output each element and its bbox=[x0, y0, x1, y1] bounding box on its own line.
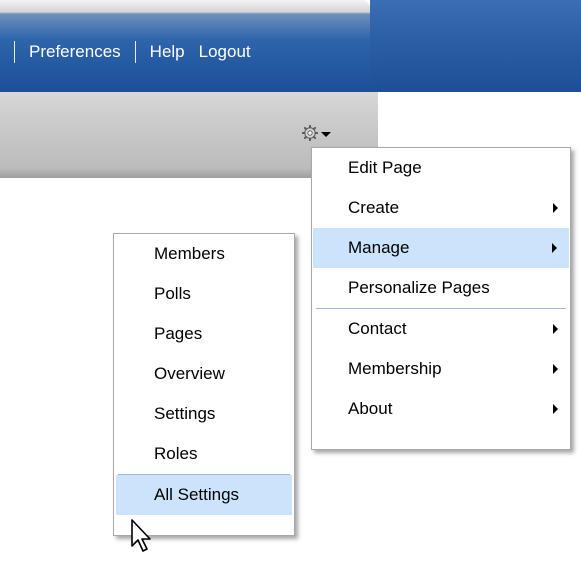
menu-item-label: Overview bbox=[154, 364, 225, 383]
submenu-arrow-icon bbox=[553, 324, 558, 334]
nav-separator bbox=[14, 41, 15, 63]
nav-separator bbox=[134, 41, 136, 63]
menu-item-label: Settings bbox=[154, 404, 216, 423]
menu-item-label: All Settings bbox=[154, 485, 240, 504]
submenu-item-settings[interactable]: Settings bbox=[114, 394, 294, 434]
submenu-item-polls[interactable]: Polls bbox=[114, 274, 294, 314]
menu-item-label: Contact bbox=[348, 319, 407, 338]
menu-item-label: Edit Page bbox=[348, 158, 422, 177]
menu-item-create[interactable]: Create bbox=[312, 188, 570, 228]
menu-item-label: Membership bbox=[348, 359, 442, 378]
submenu-arrow-icon bbox=[553, 364, 558, 374]
logout-link[interactable]: Logout bbox=[199, 42, 251, 62]
submenu-item-overview[interactable]: Overview bbox=[114, 354, 294, 394]
menu-item-personalize-pages[interactable]: Personalize Pages bbox=[312, 268, 570, 308]
submenu-arrow-icon bbox=[553, 404, 558, 414]
menu-item-label: About bbox=[348, 399, 393, 418]
menu-item-label: Members bbox=[154, 244, 225, 263]
menu-item-label: Roles bbox=[154, 444, 198, 463]
menu-item-label: Create bbox=[348, 198, 400, 217]
mouse-pointer-icon bbox=[131, 519, 151, 552]
preferences-link[interactable]: Preferences bbox=[29, 42, 121, 62]
manage-submenu: Members Polls Pages Overview Settings Ro… bbox=[113, 233, 295, 536]
menu-item-label: Manage bbox=[348, 238, 410, 257]
header-banner bbox=[370, 0, 581, 92]
submenu-item-pages[interactable]: Pages bbox=[114, 314, 294, 354]
help-link[interactable]: Help bbox=[150, 42, 185, 62]
menu-item-manage[interactable]: Manage bbox=[313, 228, 569, 268]
page-actions-button[interactable] bbox=[302, 121, 336, 145]
submenu-arrow-icon bbox=[552, 243, 557, 253]
menu-item-label: Pages bbox=[154, 324, 203, 343]
menu-item-membership[interactable]: Membership bbox=[312, 349, 570, 389]
menu-item-label: Personalize Pages bbox=[348, 278, 490, 297]
caret-down-icon bbox=[321, 132, 331, 137]
submenu-item-roles[interactable]: Roles bbox=[114, 434, 294, 474]
gear-icon bbox=[302, 125, 318, 141]
page-actions-menu: Edit Page Create Manage Personalize Page… bbox=[311, 147, 571, 450]
global-links: Preferences Help Logout bbox=[0, 37, 251, 67]
submenu-item-all-settings[interactable]: All Settings bbox=[116, 475, 292, 515]
menu-item-label: Polls bbox=[154, 284, 191, 303]
submenu-item-members[interactable]: Members bbox=[114, 234, 294, 274]
menu-item-about[interactable]: About bbox=[312, 389, 570, 429]
menu-item-contact[interactable]: Contact bbox=[312, 309, 570, 349]
menu-item-edit-page[interactable]: Edit Page bbox=[312, 148, 570, 188]
submenu-arrow-icon bbox=[553, 203, 558, 213]
